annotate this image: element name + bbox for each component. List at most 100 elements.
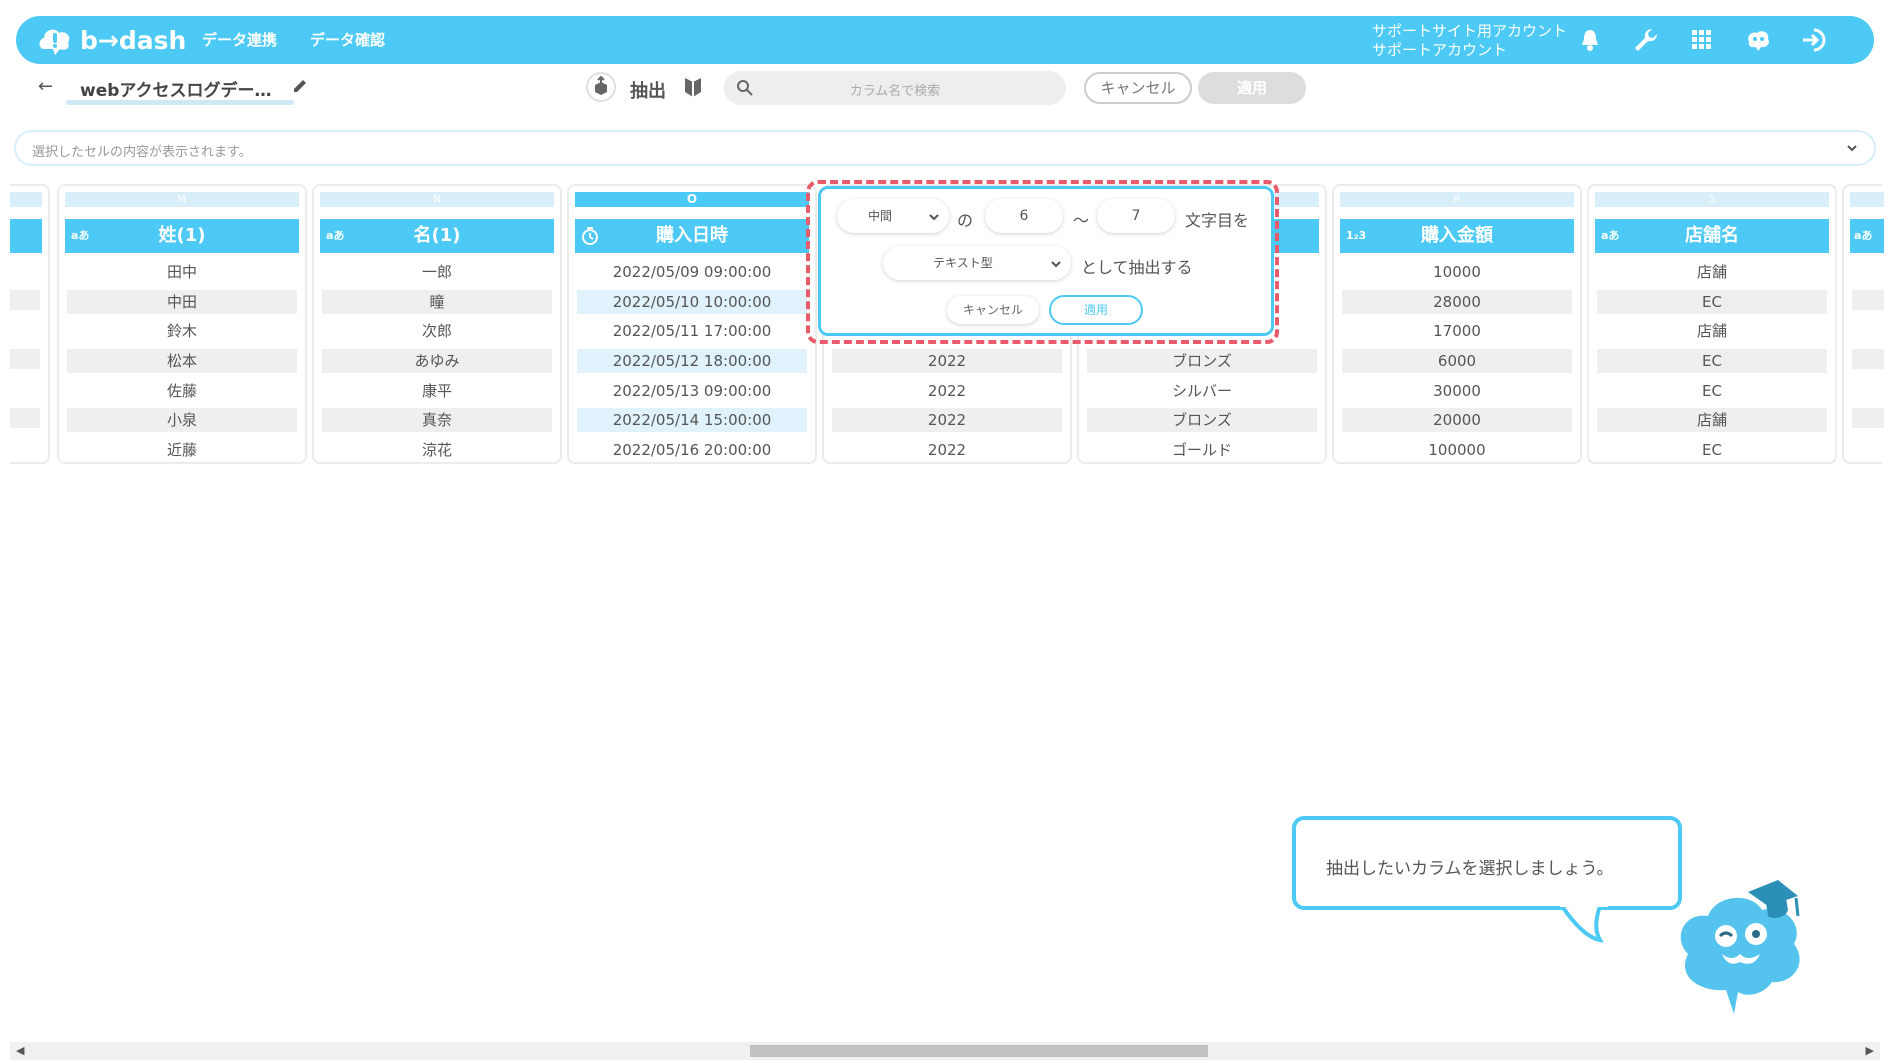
column-o[interactable]: O 購入日時 2022/05/09 09:00:00 2022/05/10 10… xyxy=(567,184,817,464)
column-r[interactable]: R 1₂3 購入金額 10000 28000 17000 6000 30000 … xyxy=(1332,184,1582,464)
tilde-label: 〜 xyxy=(1073,211,1090,230)
table-cell[interactable]: ブロンズ xyxy=(1087,408,1317,432)
table-cell[interactable]: 6000 xyxy=(1342,349,1572,373)
table-cell[interactable]: 2022 xyxy=(832,379,1062,403)
number-type-icon: 1₂3 xyxy=(1346,229,1367,242)
nav-data-link[interactable]: データ連携 xyxy=(202,16,277,64)
extract-icon xyxy=(586,72,616,102)
table-cell[interactable]: EC xyxy=(1597,349,1827,373)
table-cell[interactable]: 中田 xyxy=(67,290,297,314)
type-select[interactable]: テキスト型 xyxy=(883,246,1071,280)
column-letter[interactable]: M xyxy=(65,192,299,207)
table-cell[interactable]: 真奈 xyxy=(322,408,552,432)
table-cell[interactable]: 2022/05/14 15:00:00 xyxy=(577,408,807,432)
column-s[interactable]: S aあ 店舗名 店舗 EC 店舗 EC EC 店舗 EC xyxy=(1587,184,1837,464)
cell-content-display[interactable]: 選択したセルの内容が表示されます。 xyxy=(14,130,1876,166)
table-cell[interactable]: 瞳 xyxy=(322,290,552,314)
table-cell[interactable]: 28000 xyxy=(1342,290,1572,314)
popover-cancel-button[interactable]: キャンセル xyxy=(947,296,1039,324)
bdash-logo[interactable]: b→dash xyxy=(38,23,186,57)
table-cell[interactable]: 2022/05/12 18:00:00 xyxy=(577,349,807,373)
bubble-tail-icon xyxy=(1560,904,1608,943)
table-cell[interactable]: 20000 xyxy=(1342,408,1572,432)
table-cell[interactable]: 松本 xyxy=(67,349,297,373)
column-header[interactable]: aあ 店舗名 xyxy=(1595,219,1829,253)
table-cell[interactable]: 100000 xyxy=(1342,438,1572,462)
table-cell[interactable]: 康平 xyxy=(322,379,552,403)
scroll-left-icon[interactable]: ◀ xyxy=(16,1044,24,1057)
column-letter[interactable]: R xyxy=(1340,192,1574,207)
table-cell[interactable]: あゆみ xyxy=(322,349,552,373)
no-label: の xyxy=(957,211,974,230)
table-cell[interactable]: 10000 xyxy=(1342,260,1572,284)
table-cell[interactable]: 涼花 xyxy=(322,438,552,462)
table-cell[interactable]: EC xyxy=(1597,379,1827,403)
chevron-down-icon[interactable] xyxy=(1844,140,1860,156)
back-arrow-icon[interactable]: ← xyxy=(38,76,53,97)
table-cell[interactable]: 店舗 xyxy=(1597,260,1827,284)
column-header[interactable]: aあ 姓(1) xyxy=(65,219,299,253)
dataset-name[interactable]: webアクセスログデー… xyxy=(80,76,272,101)
to-char-input[interactable]: 7 xyxy=(1097,199,1175,233)
table-cell[interactable]: 次郎 xyxy=(322,319,552,343)
table-cell[interactable]: 2022/05/11 17:00:00 xyxy=(577,319,807,343)
position-select[interactable]: 中間 xyxy=(837,199,949,233)
column-letter-selected[interactable]: O xyxy=(575,192,809,207)
table-cell[interactable]: 2022 xyxy=(832,349,1062,373)
pencil-icon[interactable] xyxy=(292,78,308,94)
table-cell[interactable]: 鈴木 xyxy=(67,319,297,343)
table-cell[interactable]: 2022/05/13 09:00:00 xyxy=(577,379,807,403)
table-cell[interactable]: 2022/05/09 09:00:00 xyxy=(577,260,807,284)
wrench-icon[interactable] xyxy=(1632,26,1660,54)
column-letter[interactable]: S xyxy=(1595,192,1829,207)
beginner-mark-icon[interactable] xyxy=(684,76,702,98)
table-cell[interactable]: 30000 xyxy=(1342,379,1572,403)
scroll-right-icon[interactable]: ▶ xyxy=(1866,1044,1874,1057)
table-cell[interactable]: 田中 xyxy=(67,260,297,284)
toolbar: ← webアクセスログデー… 抽出 カラム名で検索 キャンセル 適用 xyxy=(0,68,1890,108)
table-cell[interactable]: シルバー xyxy=(1087,379,1317,403)
cancel-button[interactable]: キャンセル xyxy=(1084,72,1192,104)
scrollbar-thumb[interactable] xyxy=(750,1045,1208,1057)
column-partial-left xyxy=(10,184,50,464)
table-cell[interactable]: 2022 xyxy=(832,408,1062,432)
horizontal-scrollbar[interactable]: ◀ ▶ xyxy=(10,1042,1880,1060)
logout-icon[interactable] xyxy=(1800,26,1828,54)
table-cell[interactable]: 店舗 xyxy=(1597,319,1827,343)
table-cell[interactable]: 2022/05/10 10:00:00 xyxy=(577,290,807,314)
table-cell[interactable]: ブロンズ xyxy=(1087,349,1317,373)
table-cell[interactable]: 近藤 xyxy=(67,438,297,462)
table-cell[interactable]: 17000 xyxy=(1342,319,1572,343)
popover-apply-button[interactable]: 適用 xyxy=(1049,295,1143,325)
table-cell[interactable]: 一郎 xyxy=(322,260,552,284)
account-info[interactable]: サポートサイト用アカウント サポートアカウント xyxy=(1372,22,1567,60)
column-header[interactable]: 1₂3 購入金額 xyxy=(1340,219,1574,253)
grid-icon[interactable] xyxy=(1688,26,1716,54)
table-cell[interactable]: EC xyxy=(1597,438,1827,462)
table-cell[interactable]: 2022/05/16 20:00:00 xyxy=(577,438,807,462)
apply-button[interactable]: 適用 xyxy=(1198,72,1306,104)
column-n[interactable]: N aあ 名(1) 一郎 瞳 次郎 あゆみ 康平 真奈 涼花 xyxy=(312,184,562,464)
account-line2: サポートアカウント xyxy=(1372,41,1508,59)
dataset-name-underline xyxy=(66,100,294,105)
table-cell[interactable]: ゴールド xyxy=(1087,438,1317,462)
bell-icon[interactable] xyxy=(1576,26,1604,54)
column-letter[interactable]: N xyxy=(320,192,554,207)
column-header[interactable]: 購入日時 xyxy=(575,219,809,253)
table-cell[interactable]: EC xyxy=(1597,290,1827,314)
nav-data-check[interactable]: データ確認 xyxy=(310,16,385,64)
mascot-icon[interactable] xyxy=(1744,26,1772,54)
column-search-input[interactable]: カラム名で検索 xyxy=(724,71,1066,105)
from-char-input[interactable]: 6 xyxy=(985,199,1063,233)
column-m[interactable]: M aあ 姓(1) 田中 中田 鈴木 松本 佐藤 小泉 近藤 xyxy=(57,184,307,464)
logo-cloud-icon xyxy=(39,29,70,55)
table-cell[interactable]: 店舗 xyxy=(1597,408,1827,432)
table-cell[interactable]: 小泉 xyxy=(67,408,297,432)
extract-label: 抽出 xyxy=(630,81,666,102)
column-name: 店舗名 xyxy=(1685,225,1739,246)
table-cell[interactable]: 2022 xyxy=(832,438,1062,462)
column-header[interactable]: aあ 名(1) xyxy=(320,219,554,253)
account-line1: サポートサイト用アカウント xyxy=(1372,22,1568,40)
extract-settings-popover: 中間 の 6 〜 7 文字目を テキスト型 として抽出する キャンセル 適用 xyxy=(818,186,1274,336)
table-cell[interactable]: 佐藤 xyxy=(67,379,297,403)
